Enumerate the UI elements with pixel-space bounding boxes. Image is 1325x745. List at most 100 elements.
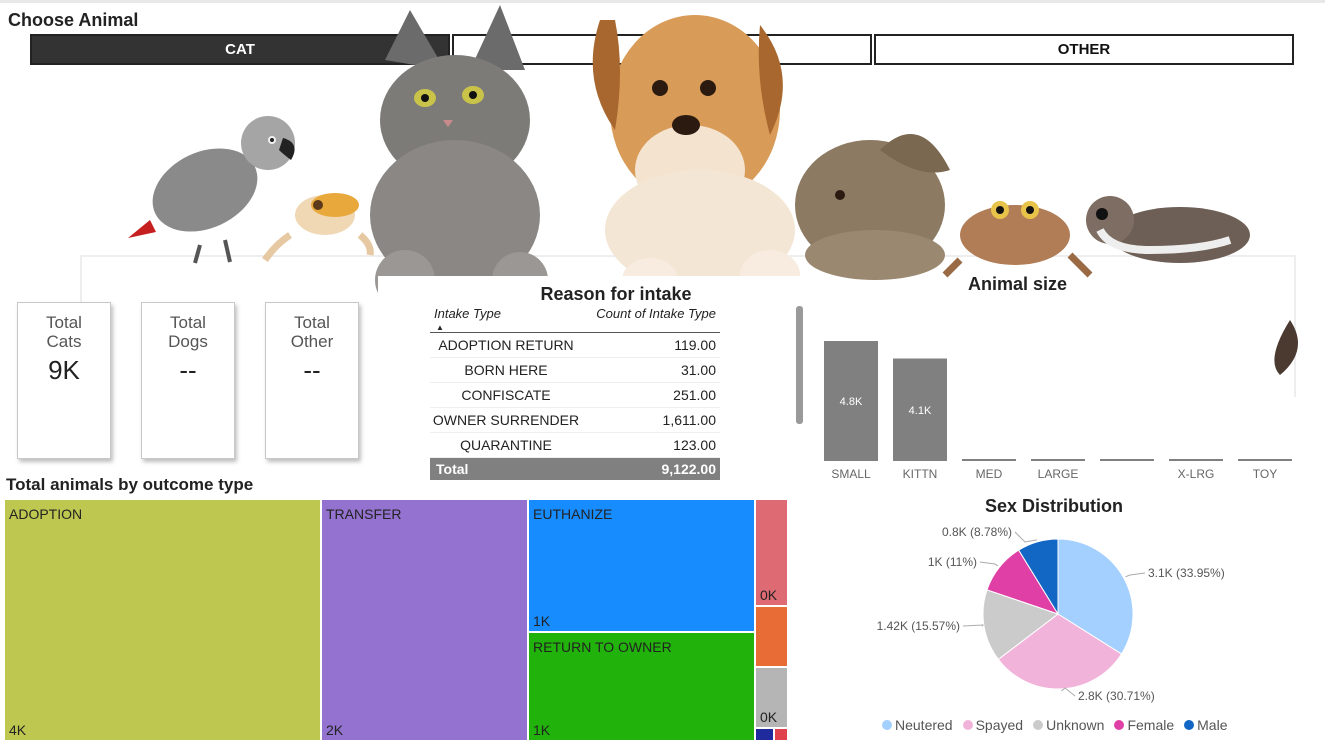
treemap-cell-small-4[interactable] xyxy=(755,728,774,741)
table-scrollbar[interactable] xyxy=(796,306,803,424)
legend-label: Neutered xyxy=(895,717,953,733)
count-cell: 123.00 xyxy=(673,437,716,453)
bar-category-label: X-LRG xyxy=(1178,467,1215,481)
count-header[interactable]: Count of Intake Type xyxy=(596,306,716,321)
gecko-image xyxy=(262,193,374,262)
legend-item-spayed[interactable]: Spayed xyxy=(962,717,1024,733)
total-value: 9,122.00 xyxy=(661,461,717,477)
treemap-cell-small-3[interactable]: 0K xyxy=(755,667,788,728)
treemap-cell-value: 0K xyxy=(760,587,778,603)
sort-ascending-icon: ▲ xyxy=(436,323,444,332)
count-cell: 31.00 xyxy=(680,362,716,378)
bar-toy[interactable] xyxy=(1238,459,1292,461)
bar-category-label: LARGE xyxy=(1038,467,1079,481)
total-other-card: Total Other -- xyxy=(265,302,359,459)
treemap-cell-small-2[interactable] xyxy=(755,606,788,667)
pie-leader-line xyxy=(1061,687,1076,697)
treemap-cell-value: 2K xyxy=(326,722,344,738)
total-label: Total xyxy=(436,461,469,477)
table-row[interactable]: CONFISCATE 251.00 xyxy=(430,383,720,408)
table-total-row: Total 9,122.00 xyxy=(430,458,720,480)
legend-marker xyxy=(882,720,892,730)
count-cell: 251.00 xyxy=(673,387,716,403)
rabbit-image xyxy=(795,134,950,280)
treemap-cell-value: 0K xyxy=(760,709,778,725)
treemap-cell-small-5[interactable] xyxy=(774,728,788,741)
treemap-cell-label: ADOPTION xyxy=(9,506,83,522)
total-dogs-value: -- xyxy=(179,355,197,385)
legend-label: Male xyxy=(1197,717,1228,733)
legend-marker xyxy=(1033,720,1044,730)
bar-category-label: TOY xyxy=(1253,467,1277,481)
outcome-treemap: ADOPTION 4K TRANSFER 2K EUTHANIZE 1K RET… xyxy=(4,499,788,741)
pie-leader-line xyxy=(979,561,999,567)
total-other-label: Total Other xyxy=(290,313,334,351)
intake-table: Intake Type ▲ Count of Intake Type ADOPT… xyxy=(430,306,720,480)
intake-table-title: Reason for intake xyxy=(540,284,692,304)
bar-data-label: 4.8K xyxy=(840,396,863,408)
total-other-value: -- xyxy=(303,355,321,385)
legend-item-unknown[interactable]: Unknown xyxy=(1033,717,1104,733)
pie-leader-line xyxy=(962,624,985,627)
bar-category-label: KITTN xyxy=(903,467,938,481)
pie-data-label: 2.8K (30.71%) xyxy=(1078,689,1155,703)
intake-type-cell: OWNER SURRENDER xyxy=(432,412,580,428)
bar-blank[interactable] xyxy=(1100,459,1154,461)
treemap-cell-small-1[interactable]: 0K xyxy=(755,499,788,606)
treemap-cell-label: TRANSFER xyxy=(326,506,402,522)
parrot-image xyxy=(128,116,295,264)
treemap-title: Total animals by outcome type xyxy=(6,475,254,494)
table-row[interactable]: OWNER SURRENDER 1,611.00 xyxy=(430,408,720,433)
total-cats-card: Total Cats 9K xyxy=(17,302,111,459)
legend-item-male[interactable]: Male xyxy=(1184,717,1228,733)
treemap-cell-return-to-owner[interactable]: RETURN TO OWNER 1K xyxy=(528,632,755,741)
total-cats-label: Total Cats xyxy=(46,313,82,351)
bar-large[interactable] xyxy=(1031,459,1085,461)
pie-data-label: 1.42K (15.57%) xyxy=(877,619,960,633)
pie-data-label: 0.8K (8.78%) xyxy=(942,525,1012,539)
total-cats-value: 9K xyxy=(48,355,80,385)
treemap-cell-adoption[interactable]: ADOPTION 4K xyxy=(4,499,321,741)
legend-item-neutered[interactable]: Neutered xyxy=(882,717,953,733)
legend-label: Spayed xyxy=(975,717,1024,733)
sex-distribution-title: Sex Distribution xyxy=(985,496,1124,516)
pie-leader-line xyxy=(1125,572,1146,578)
intake-type-header[interactable]: Intake Type xyxy=(434,306,501,321)
intake-table-header: Intake Type ▲ Count of Intake Type xyxy=(430,306,720,333)
treemap-cell-value: 1K xyxy=(533,722,551,738)
legend-marker xyxy=(1184,720,1195,730)
treemap-cell-transfer[interactable]: TRANSFER 2K xyxy=(321,499,528,741)
bar-category-label: SMALL xyxy=(831,467,871,481)
pie-leader-line xyxy=(1014,531,1038,543)
treemap-cell-value: 1K xyxy=(533,613,551,629)
pie-data-label: 1K (11%) xyxy=(928,555,977,569)
bar-data-label: 4.1K xyxy=(909,405,932,417)
dog-image xyxy=(592,15,800,302)
intake-type-cell: ADOPTION RETURN xyxy=(438,337,574,353)
table-row[interactable]: BORN HERE 31.00 xyxy=(430,358,720,383)
legend-item-female[interactable]: Female xyxy=(1114,717,1174,733)
pie-legend: Neutered Spayed Unknown Female Male xyxy=(882,717,1228,733)
treemap-cell-label: EUTHANIZE xyxy=(533,506,613,522)
frog-image xyxy=(942,201,1093,278)
treemap-cell-euthanize[interactable]: EUTHANIZE 1K xyxy=(528,499,755,632)
animal-size-chart: 4.8K SMALL 4.1K KITTN MED LARGE X-LRG TOY xyxy=(824,341,1292,481)
table-row[interactable]: QUARANTINE 123.00 xyxy=(430,433,720,458)
pie-data-label: 3.1K (33.95%) xyxy=(1148,566,1225,580)
table-row[interactable]: ADOPTION RETURN 119.00 xyxy=(430,333,720,358)
intake-type-cell: CONFISCATE xyxy=(461,387,551,403)
bar-x-lrg[interactable] xyxy=(1169,459,1223,461)
legend-label: Female xyxy=(1127,717,1175,733)
total-dogs-label: Total Dogs xyxy=(168,313,208,351)
treemap-cell-value: 4K xyxy=(9,722,27,738)
bar-med[interactable] xyxy=(962,459,1016,461)
treemap-cell-label: RETURN TO OWNER xyxy=(533,639,672,655)
sex-distribution-pie: 3.1K (33.95%) 2.8K (30.71%) 1.42K (15.57%)… xyxy=(877,525,1225,703)
intake-type-cell: BORN HERE xyxy=(464,362,548,378)
cat-image xyxy=(370,5,548,310)
count-cell: 119.00 xyxy=(674,337,716,353)
legend-marker xyxy=(962,720,973,730)
bar-category-label: MED xyxy=(976,467,1003,481)
intake-type-cell: QUARANTINE xyxy=(460,437,552,453)
legend-marker xyxy=(1114,720,1125,730)
